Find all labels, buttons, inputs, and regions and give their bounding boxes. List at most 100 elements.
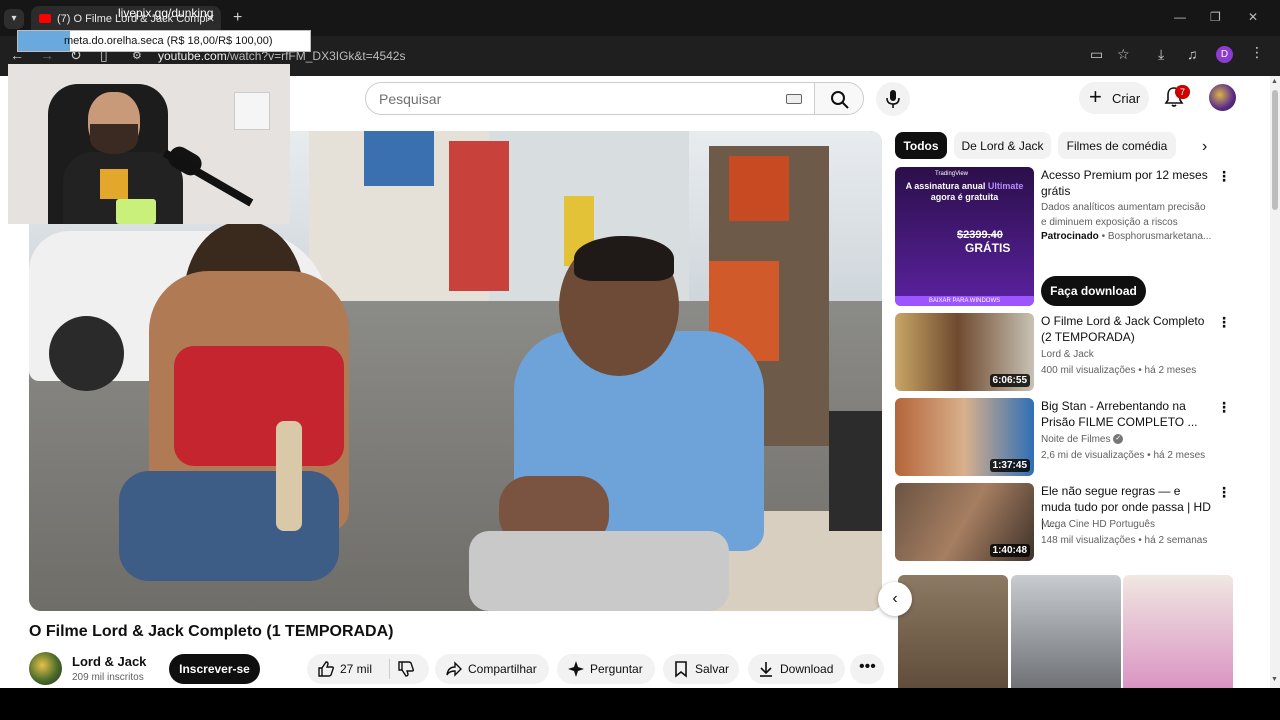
chip-lord-jack[interactable]: De Lord & Jack xyxy=(954,132,1051,159)
video-menu-icon[interactable]: ⋮ xyxy=(1217,314,1231,331)
tab-search-button[interactable]: ▾ xyxy=(4,9,24,29)
channel-subscribers: 209 mil inscritos xyxy=(72,672,144,683)
chevron-left-icon[interactable]: ‹ xyxy=(878,582,912,616)
download-label: Download xyxy=(780,662,834,676)
video-title[interactable]: O Filme Lord & Jack Completo (2 TEMPORAD… xyxy=(1041,313,1213,345)
channel-name[interactable]: Mega Cine HD Português xyxy=(1041,519,1155,530)
ad-title[interactable]: Acesso Premium por 12 meses grátis xyxy=(1041,167,1213,199)
chip-label: Filmes de comédia xyxy=(1066,139,1168,153)
chip-todos[interactable]: Todos xyxy=(895,132,947,159)
chip-label: Todos xyxy=(903,139,939,153)
subscribe-button[interactable]: Inscrever-se xyxy=(169,654,260,684)
like-count[interactable]: 27 mil xyxy=(340,662,372,676)
browser-menu-icon[interactable]: ⋮ xyxy=(1250,44,1264,61)
duration-badge: 1:40:48 xyxy=(989,544,1030,557)
youtube-favicon-icon xyxy=(39,14,51,23)
ad-brand: TradingView xyxy=(935,171,969,177)
scene-person xyxy=(574,236,674,281)
search-input[interactable]: Pesquisar xyxy=(365,82,815,115)
streamer-beard xyxy=(90,124,138,154)
scene-person xyxy=(119,471,339,581)
plus-icon: + xyxy=(1089,84,1102,109)
cast-icon[interactable]: ▭ xyxy=(1090,46,1103,63)
share-button[interactable]: Compartilhar xyxy=(435,654,549,684)
ad-description: Dados analíticos aumentam precisão e dim… xyxy=(1041,202,1206,228)
dislike-icon[interactable] xyxy=(397,660,415,678)
advertiser-name: Bosphorusmarketana... xyxy=(1107,231,1211,242)
shorts-thumbnail[interactable] xyxy=(898,575,1008,688)
video-menu-icon[interactable]: ⋮ xyxy=(1217,399,1231,416)
chevron-right-icon[interactable]: › xyxy=(1202,138,1207,156)
browser-profile-avatar[interactable]: D xyxy=(1216,46,1233,63)
page-scrollbar[interactable]: ▲ ▼ xyxy=(1270,76,1280,688)
ad-cta-label: Faça download xyxy=(1050,284,1137,298)
divider xyxy=(389,659,390,679)
close-window-button[interactable]: ✕ xyxy=(1248,10,1258,24)
channel-avatar[interactable] xyxy=(29,652,62,685)
save-label: Salvar xyxy=(695,662,730,676)
video-title[interactable]: Big Stan - Arrebentando na Prisão FILME … xyxy=(1041,398,1213,430)
microphone-icon xyxy=(886,90,900,108)
scroll-down-icon[interactable]: ▼ xyxy=(1271,676,1278,683)
ask-button[interactable]: Perguntar xyxy=(557,654,655,684)
ask-label: Perguntar xyxy=(590,662,643,676)
video-thumbnail[interactable]: 6:06:55 xyxy=(895,313,1034,391)
notification-badge: 7 xyxy=(1175,85,1190,99)
shorts-thumbnail[interactable] xyxy=(1123,575,1233,688)
scene-person xyxy=(174,346,344,466)
shirt-logo xyxy=(100,169,128,199)
maximize-button[interactable]: ❐ xyxy=(1210,10,1221,24)
new-tab-button[interactable]: + xyxy=(233,9,242,27)
create-button[interactable]: + Criar xyxy=(1079,82,1149,114)
ad-headline-part: agora é gratuita xyxy=(930,192,999,202)
ad-headline-accent: Ultimate xyxy=(987,181,1024,191)
scene-bin xyxy=(829,411,882,531)
shorts-thumbnail[interactable] xyxy=(1011,575,1121,688)
ad-gratis: GRÁTIS xyxy=(965,241,1011,255)
chip-filmes-comedia[interactable]: Filmes de comédia xyxy=(1058,132,1176,159)
video-thumbnail[interactable]: 1:40:48 xyxy=(895,483,1034,561)
save-button[interactable]: Salvar xyxy=(663,654,739,684)
search-button[interactable] xyxy=(814,82,864,115)
verified-icon: ✓ xyxy=(1113,434,1124,445)
channel-name[interactable]: Lord & Jack xyxy=(72,654,146,669)
scroll-up-icon[interactable]: ▲ xyxy=(1271,78,1278,85)
channel-name[interactable]: Lord & Jack xyxy=(1041,349,1094,360)
scene-sign xyxy=(364,131,434,186)
streamer-webcam-overlay xyxy=(8,64,290,224)
ad-sponsor-line: Patrocinado • Bosphorusmarketana... xyxy=(1041,231,1211,242)
cup xyxy=(116,199,156,224)
minimize-button[interactable]: — xyxy=(1174,10,1186,24)
donation-goal-overlay: meta.do.orelha.seca (R$ 18,00/R$ 100,00) xyxy=(17,30,311,52)
search-placeholder: Pesquisar xyxy=(379,91,442,107)
more-actions-button[interactable]: ••• xyxy=(850,654,884,684)
sparkle-icon xyxy=(568,661,584,677)
subscribe-label: Inscrever-se xyxy=(179,662,250,676)
account-avatar[interactable] xyxy=(1209,84,1236,111)
download-button[interactable]: Download xyxy=(748,654,845,684)
ad-download-button[interactable]: Faça download xyxy=(1041,276,1146,306)
more-icon: ••• xyxy=(859,658,876,675)
downloads-icon[interactable]: ⤓ xyxy=(1158,46,1164,63)
share-label: Compartilhar xyxy=(468,662,537,676)
like-icon[interactable] xyxy=(317,660,335,678)
keyboard-icon[interactable] xyxy=(786,94,802,104)
voice-search-button[interactable] xyxy=(876,82,910,116)
video-title: O Filme Lord & Jack Completo (1 TEMPORAD… xyxy=(29,623,394,640)
ad-menu-icon[interactable]: ⋮ xyxy=(1217,168,1231,185)
media-control-icon[interactable]: ♫ xyxy=(1187,46,1198,62)
video-meta: 400 mil visualizações • há 2 meses xyxy=(1041,365,1197,376)
sponsored-label: Patrocinado xyxy=(1041,231,1099,242)
ad-headline-part: A assinatura anual xyxy=(905,181,986,191)
channel-line: Noite de Filmes ✓ xyxy=(1041,434,1124,445)
bookmark-star-icon[interactable]: ☆ xyxy=(1117,46,1130,63)
ad-headline: A assinatura anual Ultimate agora é gratu… xyxy=(901,181,1028,203)
ad-thumbnail[interactable]: TradingView A assinatura anual Ultimate a… xyxy=(895,167,1034,306)
scrollbar-thumb[interactable] xyxy=(1272,90,1278,210)
video-menu-icon[interactable]: ⋮ xyxy=(1217,484,1231,501)
duration-badge: 1:37:45 xyxy=(989,459,1030,472)
wall-poster xyxy=(234,92,270,130)
video-thumbnail[interactable]: 1:37:45 xyxy=(895,398,1034,476)
channel-name[interactable]: Noite de Filmes xyxy=(1041,434,1110,445)
like-dislike-group: 27 mil xyxy=(307,654,429,684)
